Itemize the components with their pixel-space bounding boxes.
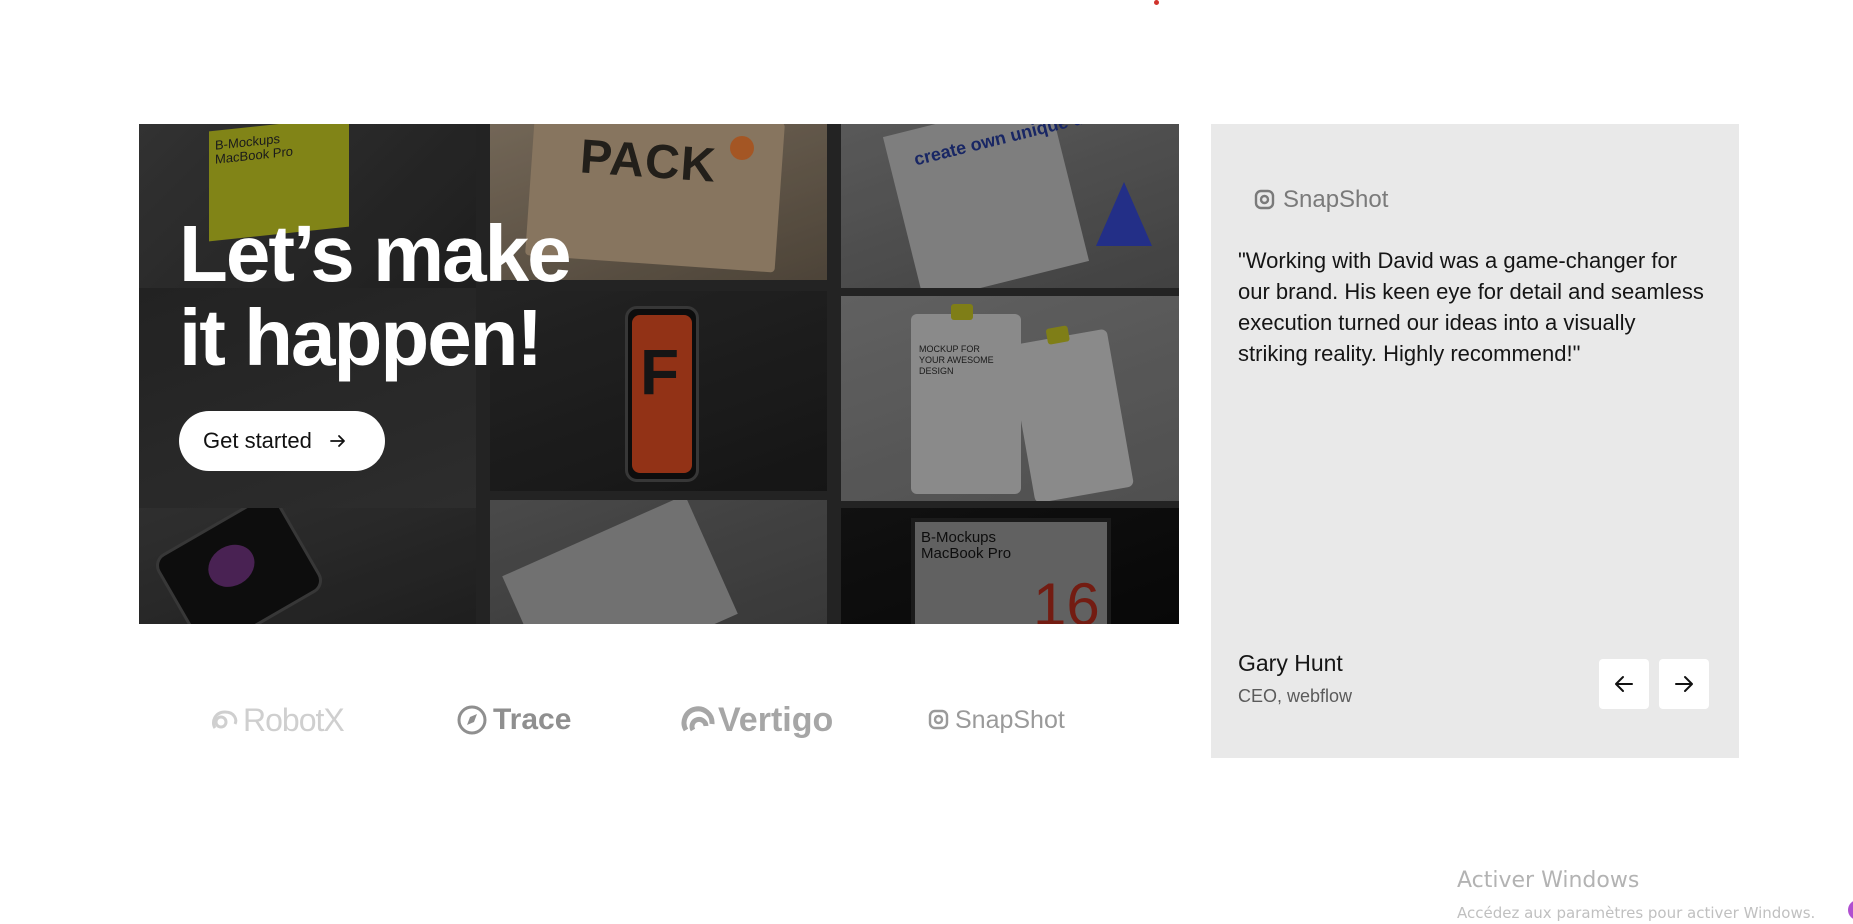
get-started-button[interactable]: Get started [179, 411, 385, 471]
logo-trace: Trace [455, 690, 571, 750]
arrow-right-icon [329, 435, 345, 447]
snapshot-icon [1254, 189, 1275, 210]
testimonial-brand-logo: SnapShot [1253, 186, 1388, 214]
hero-banner: B-Mockups MacBook Pro PACK create own un… [139, 124, 1179, 624]
logo-robotx: RobotX [207, 690, 345, 750]
logo-vertigo: Vertigo [680, 690, 833, 750]
logo-label: Trace [493, 703, 572, 736]
windows-activation-title: Activer Windows [1457, 868, 1640, 893]
get-started-label: Get started [203, 428, 312, 453]
testimonial-brand-label: SnapShot [1283, 186, 1389, 213]
author-role: CEO, webflow [1238, 686, 1353, 706]
testimonial-quote: "Working with David was a game-changer f… [1238, 248, 1704, 366]
robotx-icon [211, 710, 238, 729]
snapshot-icon [928, 709, 949, 730]
arrow-left-icon [1615, 676, 1633, 692]
logo-snapshot: SnapShot [927, 690, 1065, 750]
logo-label: Vertigo [718, 700, 834, 739]
vertigo-icon [681, 706, 715, 732]
next-testimonial-button[interactable] [1659, 659, 1709, 709]
accent-dot [1154, 0, 1159, 5]
taskbar-corner-icon[interactable] [1848, 900, 1853, 920]
arrow-right-icon [1675, 676, 1693, 692]
testimonial-card: SnapShot "Working with David was a game-… [1211, 124, 1739, 758]
hero-title: Let’s make it happen! [179, 209, 572, 382]
logo-label: SnapShot [955, 705, 1065, 734]
windows-activation-subtitle: Accédez aux paramètres pour activer Wind… [1457, 904, 1816, 922]
logo-label: RobotX [243, 701, 345, 738]
author-name: Gary Hunt [1238, 650, 1343, 676]
previous-testimonial-button[interactable] [1599, 659, 1649, 709]
compass-icon [457, 705, 487, 735]
client-logos: RobotX Trace Vertigo SnapShot [139, 690, 1179, 750]
